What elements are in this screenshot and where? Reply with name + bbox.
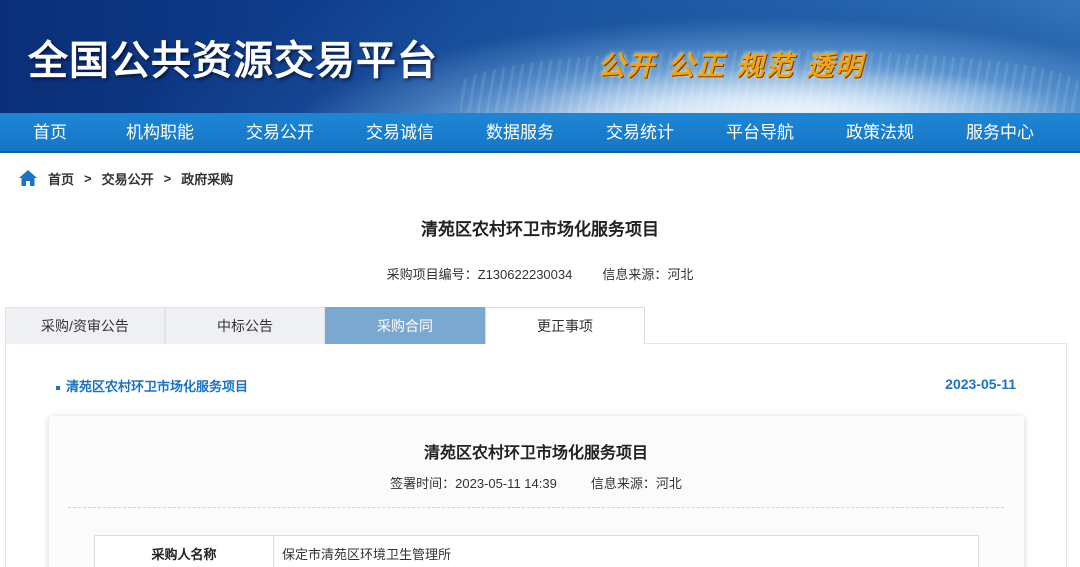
nav-item-trade-stats[interactable]: 交易统计: [580, 113, 700, 153]
nav-item-trade-credit[interactable]: 交易诚信: [340, 113, 460, 153]
notice-tabs: 采购/资审公告 中标公告 采购合同 更正事项: [5, 307, 645, 344]
page-title: 清苑区农村环卫市场化服务项目: [421, 220, 659, 239]
breadcrumb-gov-procurement[interactable]: 政府采购: [181, 169, 233, 188]
nav-item-service-center[interactable]: 服务中心: [940, 113, 1060, 153]
breadcrumb-trade-public[interactable]: 交易公开: [102, 169, 154, 188]
header-banner: 全国公共资源交易平台 公开 公正 规范 透明: [0, 0, 1080, 113]
site-title: 全国公共资源交易平台: [28, 38, 438, 84]
project-code: 采购项目编号：Z130622230034: [386, 267, 573, 282]
list-item-date: 2023-05-11: [945, 376, 1016, 392]
nav-item-home[interactable]: 首页: [0, 113, 100, 153]
table-cell-value: 保定市清苑区环境卫生管理所: [273, 535, 979, 567]
main-nav: 首页 机构职能 交易公开 交易诚信 数据服务 交易统计 平台导航 政策法规 服务…: [0, 113, 1080, 153]
table-cell-label: 采购人名称: [94, 535, 274, 567]
breadcrumb-home[interactable]: 首页: [48, 169, 74, 188]
tab-procurement-notice[interactable]: 采购/资审公告: [5, 307, 165, 344]
tab-procurement-contract[interactable]: 采购合同: [325, 307, 485, 344]
nav-item-platform-nav[interactable]: 平台导航: [700, 113, 820, 153]
detail-sign-time: 签署时间：2023-05-11 14:39: [390, 476, 557, 491]
breadcrumb-separator: >: [84, 170, 92, 186]
nav-item-trade-public[interactable]: 交易公开: [220, 113, 340, 153]
list-item-title-link[interactable]: 清苑区农村环卫市场化服务项目: [56, 376, 248, 395]
detail-title: 清苑区农村环卫市场化服务项目: [423, 445, 648, 462]
detail-divider: [68, 507, 1004, 508]
home-icon[interactable]: [18, 169, 38, 187]
project-meta: 采购项目编号：Z130622230034 信息来源：河北: [0, 264, 1080, 283]
nav-item-data-service[interactable]: 数据服务: [460, 113, 580, 153]
table-row: 采购人名称 保定市清苑区环境卫生管理所: [94, 535, 979, 567]
detail-info-table: 采购人名称 保定市清苑区环境卫生管理所: [94, 535, 979, 567]
detail-meta: 签署时间：2023-05-11 14:39 信息来源：河北: [0, 473, 1072, 492]
nav-item-org-functions[interactable]: 机构职能: [100, 113, 220, 153]
project-source: 信息来源：河北: [602, 267, 694, 282]
list-item: 清苑区农村环卫市场化服务项目 2023-05-11: [56, 376, 1016, 394]
site-slogan: 公开 公正 规范 透明: [598, 51, 865, 82]
tab-correction-notice[interactable]: 更正事项: [485, 307, 645, 344]
breadcrumb-separator: >: [163, 170, 172, 186]
breadcrumb: 首页 > 交易公开 > 政府采购: [18, 167, 233, 189]
detail-source: 信息来源：河北: [590, 476, 682, 491]
tab-award-notice[interactable]: 中标公告: [165, 307, 325, 344]
nav-item-policy[interactable]: 政策法规: [820, 113, 940, 153]
